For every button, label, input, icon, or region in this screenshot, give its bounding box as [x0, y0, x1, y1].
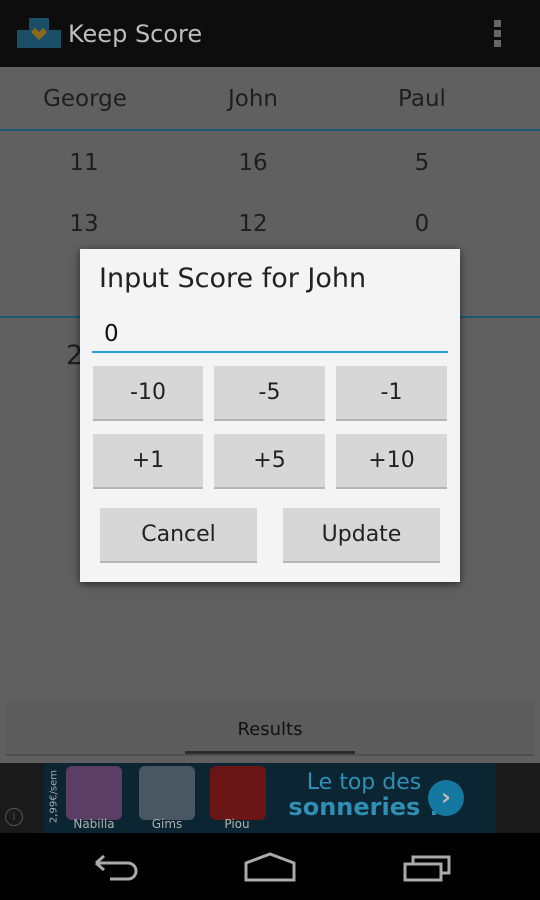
score-cell[interactable]: 13 [0, 211, 174, 237]
minus-1-button[interactable]: -1 [336, 366, 447, 421]
minus-10-button[interactable]: -10 [93, 366, 203, 421]
divider [0, 129, 540, 131]
dialog-title: Input Score for John [99, 263, 367, 294]
info-icon[interactable]: i [5, 808, 23, 826]
plus-1-button[interactable]: +1 [93, 434, 203, 489]
ad-image [139, 766, 195, 820]
score-input[interactable] [92, 317, 448, 353]
ad-image [66, 766, 122, 820]
ad-content[interactable]: 2,99€/sem Nabilla Gims Piou Le top des s… [44, 763, 496, 833]
ad-item-label: Piou [224, 817, 250, 831]
home-icon[interactable] [243, 851, 297, 883]
minus-5-button[interactable]: -5 [214, 366, 325, 421]
overflow-menu-icon[interactable] [494, 20, 502, 48]
score-cell[interactable]: 5 [332, 150, 512, 176]
score-cell[interactable]: 11 [0, 150, 174, 176]
score-cell[interactable]: 12 [163, 211, 343, 237]
chevron-right-icon[interactable]: › [428, 780, 464, 816]
player-header[interactable]: George [0, 86, 175, 112]
update-button[interactable]: Update [283, 508, 440, 563]
app-title: Keep Score [68, 20, 203, 48]
input-score-dialog: Input Score for John -10 -5 -1 +1 +5 +10… [80, 249, 460, 582]
ad-image [210, 766, 266, 820]
score-cell[interactable]: 16 [163, 150, 343, 176]
podium-icon [17, 18, 61, 48]
ad-headline-line2: sonneries ! [288, 793, 440, 821]
player-header[interactable]: Paul [332, 86, 512, 112]
plus-10-button[interactable]: +10 [336, 434, 447, 489]
tab-label: Results [237, 719, 303, 740]
ad-banner[interactable]: i 2,99€/sem Nabilla Gims Piou Le top des… [0, 763, 540, 833]
cancel-button[interactable]: Cancel [100, 508, 257, 563]
score-cell[interactable]: 0 [332, 211, 512, 237]
back-icon[interactable] [88, 853, 138, 883]
ad-item-label: Nabilla [73, 817, 115, 831]
recent-apps-icon[interactable] [403, 853, 453, 883]
player-header[interactable]: John [163, 86, 343, 112]
action-bar: Keep Score [0, 0, 540, 67]
ad-price: 2,99€/sem [48, 769, 60, 824]
tab-results[interactable]: Results [6, 701, 534, 756]
ad-item-label: Gims [151, 817, 183, 831]
plus-5-button[interactable]: +5 [214, 434, 325, 489]
navigation-bar [0, 833, 540, 900]
tab-indicator [185, 751, 355, 754]
